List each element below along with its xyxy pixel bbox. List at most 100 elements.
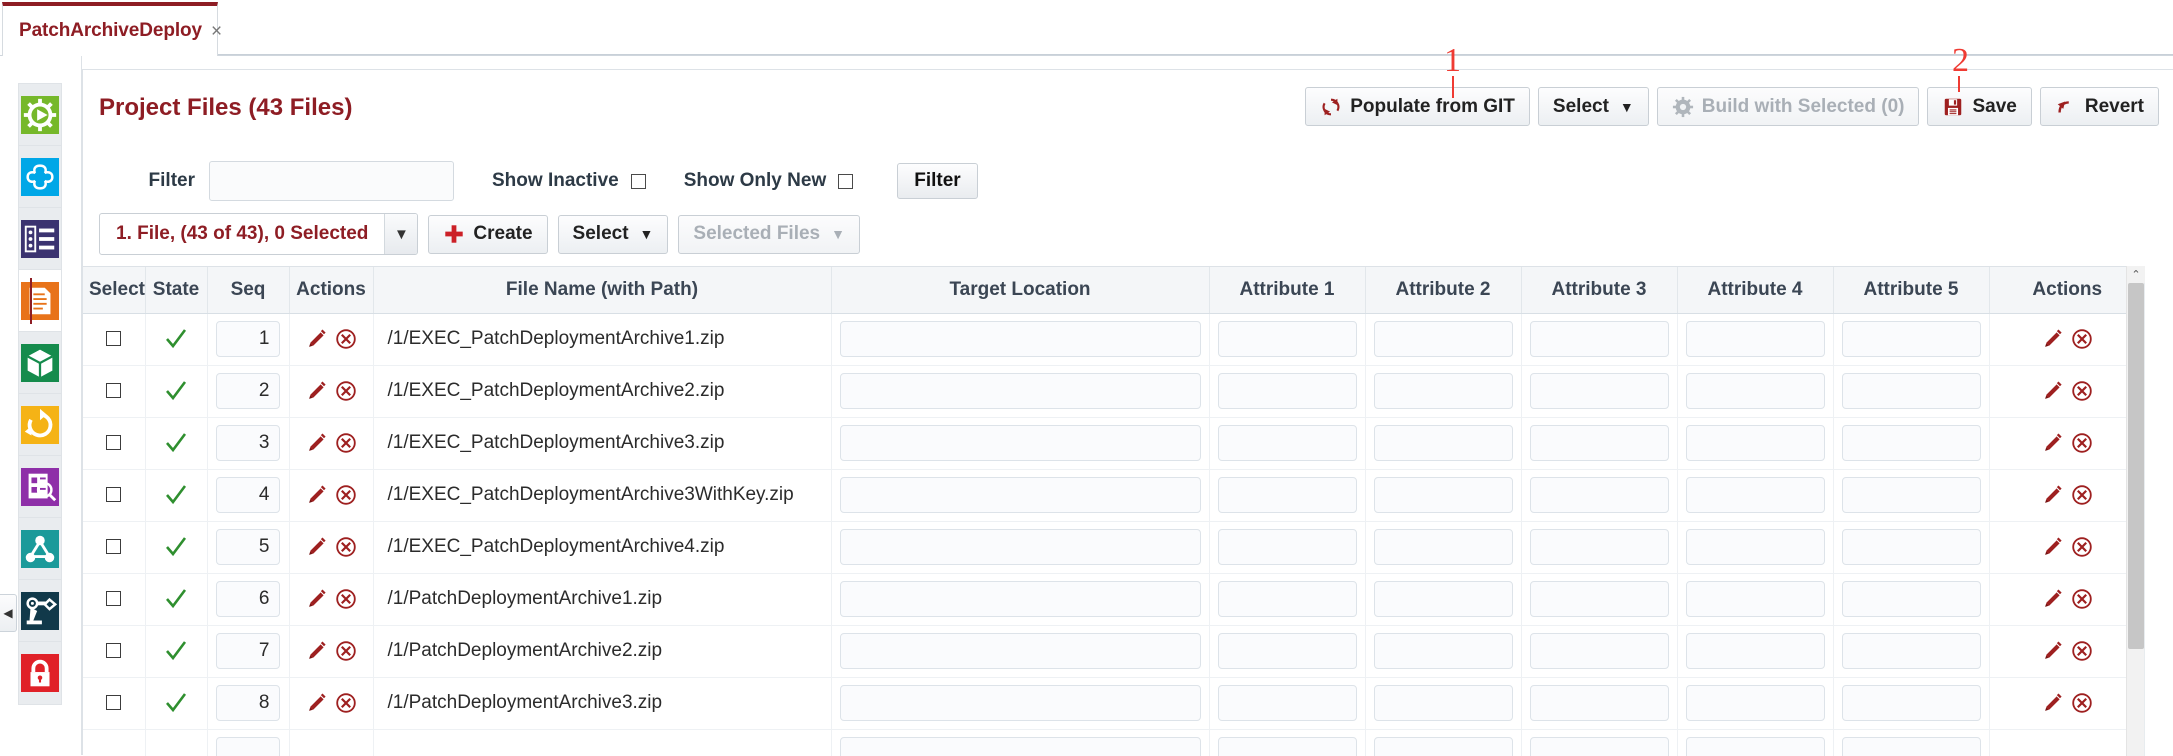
attribute-2-input[interactable] xyxy=(1373,581,1513,617)
row-attribute-4-cell[interactable] xyxy=(1677,521,1834,574)
row-seq-cell[interactable]: 5 xyxy=(207,521,290,574)
attribute-2-input[interactable] xyxy=(1373,685,1513,721)
attribute-3-input[interactable] xyxy=(1529,737,1669,756)
row-attribute-4-cell[interactable] xyxy=(1677,313,1834,366)
attribute-5-input[interactable] xyxy=(1841,321,1981,357)
target-location-input[interactable] xyxy=(839,477,1201,513)
target-location-input[interactable] xyxy=(839,321,1201,357)
row-attribute-4-cell[interactable] xyxy=(1677,365,1834,418)
row-attribute-4-cell[interactable] xyxy=(1677,677,1834,730)
build-with-selected-button[interactable]: Build with Selected (0) xyxy=(1656,87,1920,126)
attribute-4-input[interactable] xyxy=(1685,373,1825,409)
row-actions-cell-left[interactable] xyxy=(289,469,374,522)
delete-circle-icon[interactable] xyxy=(335,536,357,558)
row-attribute-4-cell[interactable] xyxy=(1677,417,1834,470)
pencil-icon[interactable] xyxy=(306,432,328,454)
column-header-target-location[interactable]: Target Location xyxy=(831,267,1210,314)
table-vertical-scrollbar[interactable]: ⌃ xyxy=(2126,266,2145,756)
revert-button[interactable]: Revert xyxy=(2039,87,2159,126)
show-inactive-checkbox[interactable] xyxy=(630,173,646,189)
delete-circle-icon[interactable] xyxy=(335,640,357,662)
delete-circle-icon[interactable] xyxy=(2071,692,2093,714)
row-attribute-5-cell[interactable] xyxy=(1833,417,1990,470)
pencil-icon[interactable] xyxy=(306,328,328,350)
row-attribute-1-cell[interactable] xyxy=(1209,729,1366,756)
selected-files-dropdown-button[interactable]: Selected Files ▼ xyxy=(678,214,860,254)
row-seq-cell[interactable]: 8 xyxy=(207,677,290,730)
pencil-icon[interactable] xyxy=(306,536,328,558)
row-target-location-cell[interactable] xyxy=(831,521,1210,574)
row-actions-cell-right[interactable] xyxy=(1989,573,2145,626)
attribute-5-input[interactable] xyxy=(1841,633,1981,669)
attribute-3-input[interactable] xyxy=(1529,373,1669,409)
row-seq-cell[interactable]: 6 xyxy=(207,573,290,626)
select-dropdown-button[interactable]: Select ▼ xyxy=(1537,87,1649,126)
attribute-3-input[interactable] xyxy=(1529,477,1669,513)
row-seq-cell[interactable]: 4 xyxy=(207,469,290,522)
pencil-icon[interactable] xyxy=(2042,588,2064,610)
attribute-1-input[interactable] xyxy=(1217,321,1357,357)
row-attribute-5-cell[interactable] xyxy=(1833,677,1990,730)
table-row[interactable]: 4/1/EXEC_PatchDeploymentArchive3WithKey.… xyxy=(83,469,2145,522)
filter-button[interactable]: Filter xyxy=(897,163,978,199)
table-row[interactable]: 6/1/PatchDeploymentArchive1.zip xyxy=(83,573,2145,626)
target-location-input[interactable] xyxy=(839,633,1201,669)
target-location-input[interactable] xyxy=(839,581,1201,617)
row-attribute-1-cell[interactable] xyxy=(1209,677,1366,730)
target-location-input[interactable] xyxy=(839,737,1201,756)
column-header-attribute-2[interactable]: Attribute 2 xyxy=(1365,267,1522,314)
row-select-cell[interactable] xyxy=(83,417,146,470)
row-actions-cell-right[interactable] xyxy=(1989,417,2145,470)
sidebar-item-workflow[interactable] xyxy=(19,146,61,208)
scroll-up-icon[interactable]: ⌃ xyxy=(2127,266,2145,283)
row-target-location-cell[interactable] xyxy=(831,677,1210,730)
attribute-1-input[interactable] xyxy=(1217,425,1357,461)
seq-input[interactable]: 7 xyxy=(215,633,280,669)
delete-circle-icon[interactable] xyxy=(2071,640,2093,662)
attribute-3-input[interactable] xyxy=(1529,581,1669,617)
row-select-cell[interactable] xyxy=(83,729,146,756)
column-header-attribute-1[interactable]: Attribute 1 xyxy=(1209,267,1366,314)
sidebar-item-execute[interactable] xyxy=(19,84,61,146)
row-attribute-2-cell[interactable] xyxy=(1365,469,1522,522)
row-attribute-2-cell[interactable] xyxy=(1365,729,1522,756)
column-header-state[interactable]: State xyxy=(145,267,208,314)
seq-input[interactable]: 6 xyxy=(215,581,280,617)
attribute-1-input[interactable] xyxy=(1217,477,1357,513)
sidebar-item-security[interactable] xyxy=(19,642,61,704)
row-actions-cell-left[interactable] xyxy=(289,677,374,730)
row-attribute-2-cell[interactable] xyxy=(1365,677,1522,730)
row-actions-cell-right[interactable] xyxy=(1989,365,2145,418)
attribute-4-input[interactable] xyxy=(1685,425,1825,461)
attribute-4-input[interactable] xyxy=(1685,321,1825,357)
attribute-3-input[interactable] xyxy=(1529,425,1669,461)
row-actions-cell-right[interactable] xyxy=(1989,521,2145,574)
row-attribute-5-cell[interactable] xyxy=(1833,573,1990,626)
delete-circle-icon[interactable] xyxy=(2071,380,2093,402)
table-row[interactable]: 1/1/EXEC_PatchDeploymentArchive1.zip xyxy=(83,313,2145,366)
populate-from-git-button[interactable]: Populate from GIT xyxy=(1305,87,1530,126)
row-attribute-3-cell[interactable] xyxy=(1521,573,1678,626)
attribute-2-input[interactable] xyxy=(1373,477,1513,513)
attribute-2-input[interactable] xyxy=(1373,529,1513,565)
table-row[interactable]: 2/1/EXEC_PatchDeploymentArchive2.zip xyxy=(83,365,2145,418)
row-actions-cell-left[interactable] xyxy=(289,365,374,418)
row-attribute-2-cell[interactable] xyxy=(1365,417,1522,470)
row-attribute-2-cell[interactable] xyxy=(1365,573,1522,626)
row-attribute-5-cell[interactable] xyxy=(1833,469,1990,522)
row-seq-cell[interactable]: 1 xyxy=(207,313,290,366)
row-attribute-2-cell[interactable] xyxy=(1365,313,1522,366)
attribute-5-input[interactable] xyxy=(1841,477,1981,513)
row-attribute-4-cell[interactable] xyxy=(1677,573,1834,626)
row-attribute-3-cell[interactable] xyxy=(1521,469,1678,522)
show-only-new-checkbox[interactable] xyxy=(838,173,854,189)
sidebar-item-package[interactable] xyxy=(19,332,61,394)
row-attribute-3-cell[interactable] xyxy=(1521,677,1678,730)
pencil-icon[interactable] xyxy=(306,484,328,506)
seq-input[interactable]: 5 xyxy=(215,529,280,565)
save-button[interactable]: Save xyxy=(1927,87,2032,126)
attribute-5-input[interactable] xyxy=(1841,373,1981,409)
delete-circle-icon[interactable] xyxy=(335,692,357,714)
row-attribute-4-cell[interactable] xyxy=(1677,625,1834,678)
pencil-icon[interactable] xyxy=(2042,640,2064,662)
